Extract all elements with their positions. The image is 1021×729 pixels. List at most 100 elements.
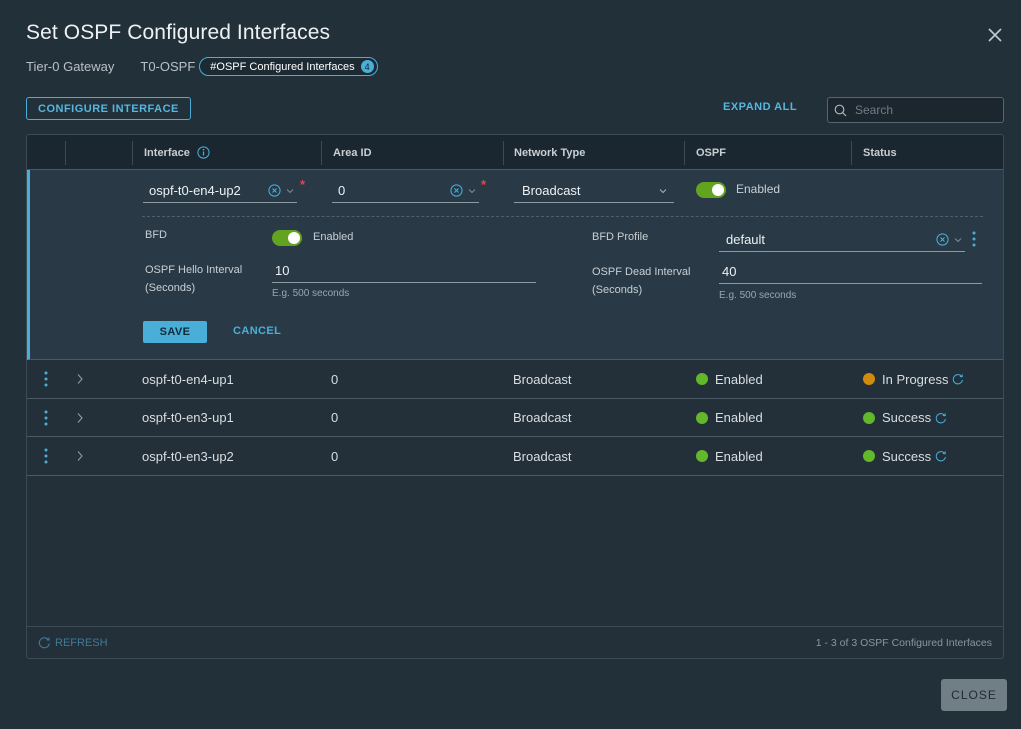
refresh-icon [38,637,50,649]
column-header-interface[interactable]: Interface [144,135,210,170]
row-actions-icon[interactable] [44,448,48,464]
row-actions-icon[interactable] [44,371,48,387]
label-line: OSPF Hello Interval [145,264,243,276]
status-cell: Success [863,437,947,475]
dialog-title: Set OSPF Configured Interfaces [26,21,331,44]
search-icon [834,104,847,116]
network-type-select[interactable]: Broadcast [514,179,674,203]
column-separator [132,141,133,165]
column-separator [321,141,322,165]
info-icon[interactable] [197,146,210,159]
dead-interval-value: 40 [722,264,737,279]
clear-icon[interactable] [450,184,463,197]
clear-icon[interactable] [268,184,281,197]
edit-row: ospf-t0-en4-up2 * 0 * Broadcast Enabled … [27,170,1003,360]
column-separator [851,141,852,165]
network-type-value: Broadcast [522,183,581,198]
ospf-cell: Enabled [696,399,763,437]
area-id-select[interactable]: 0 [332,179,479,203]
status-dot-icon [863,450,875,462]
bfd-profile-more-icon[interactable] [972,231,976,247]
column-separator [65,141,66,165]
chevron-down-icon [659,188,667,193]
hello-interval-hint: E.g. 500 seconds [272,288,350,299]
bfd-profile-select[interactable]: default [719,228,965,252]
save-button[interactable]: SAVE [143,321,207,343]
column-separator [684,141,685,165]
bfd-toggle[interactable] [272,230,302,246]
configured-interfaces-pill: #OSPF Configured Interfaces 4 [199,57,378,76]
refresh-status-icon[interactable] [935,450,947,462]
cancel-button[interactable]: CANCEL [233,325,281,337]
interface-select[interactable]: ospf-t0-en4-up2 [143,179,297,203]
pill-label: #OSPF Configured Interfaces [210,60,355,73]
pill-count-badge: 4 [360,60,374,73]
column-header-area-id[interactable]: Area ID [333,135,372,170]
pagination-count: 1 - 3 of 3 OSPF Configured Interfaces [815,637,992,649]
network-type-cell: Broadcast [513,448,572,464]
expand-row-chevron-icon[interactable] [76,450,84,462]
refresh-status-icon[interactable] [952,373,964,385]
required-marker: * [300,177,306,192]
chevron-down-icon[interactable] [953,235,963,245]
area-id-cell: 0 [331,371,339,387]
search-input[interactable] [855,103,995,117]
label-line: (Seconds) [592,284,643,296]
gateway-type: Tier-0 Gateway [26,59,115,74]
breadcrumb: Tier-0 Gateway T0-OSPF #OSPF Configured … [26,57,378,76]
row-actions-icon[interactable] [44,410,48,426]
ospf-interfaces-grid: Interface Area ID Network Type OSPF Stat… [26,134,1004,659]
clear-icon[interactable] [936,233,949,246]
ospf-state: Enabled [715,371,763,387]
expand-all-button[interactable]: EXPAND ALL [723,101,797,113]
bfd-label: BFD [145,229,167,241]
status-text: In Progress [882,371,949,387]
bfd-profile-value: default [726,232,766,247]
bfd-toggle-label: Enabled [313,231,354,243]
status-dot-icon [863,373,875,385]
refresh-button[interactable]: REFRESH [38,636,108,649]
label-line: (Seconds) [145,282,196,294]
grid-header: Interface Area ID Network Type OSPF Stat… [27,135,1003,170]
status-cell: In Progress [863,360,964,398]
ospf-status-dot-icon [696,411,708,424]
hello-interval-label: OSPF Hello Interval (Seconds) [145,261,242,297]
refresh-status-icon[interactable] [935,412,947,424]
close-icon[interactable] [985,25,1005,45]
column-header-status[interactable]: Status [863,135,897,170]
hello-interval-input[interactable]: 10 [272,259,536,283]
grid-footer: REFRESH 1 - 3 of 3 OSPF Configured Inter… [27,626,1003,658]
table-row[interactable]: ospf-t0-en3-up2 0 Broadcast Enabled Success [27,437,1003,476]
expand-row-chevron-icon[interactable] [76,412,84,424]
expand-row-chevron-icon[interactable] [76,373,84,385]
status-text: Success [882,410,932,425]
interface-cell: ospf-t0-en3-up1 [142,410,234,425]
dead-interval-input[interactable]: 40 [719,260,982,284]
interface-value: ospf-t0-en4-up2 [149,183,241,198]
dead-interval-hint: E.g. 500 seconds [719,290,797,301]
ospf-toggle[interactable] [696,182,726,198]
chevron-down-icon[interactable] [285,186,295,196]
column-separator [503,141,504,165]
close-button[interactable]: CLOSE [941,679,1007,711]
status-text: Success [882,448,932,464]
chevron-down-icon[interactable] [467,186,477,196]
section-divider [142,216,983,217]
ospf-state: Enabled [715,410,763,425]
ospf-state: Enabled [715,448,763,464]
gateway-name: T0-OSPF [140,59,196,74]
column-header-ospf[interactable]: OSPF [696,135,726,170]
ospf-status-dot-icon [696,450,708,462]
search-box [827,97,1004,123]
bfd-profile-label: BFD Profile [592,231,649,243]
column-header-network-type[interactable]: Network Type [514,135,585,170]
area-id-cell: 0 [331,410,339,425]
interface-cell: ospf-t0-en3-up2 [142,448,234,464]
ospf-cell: Enabled [696,360,763,398]
table-row[interactable]: ospf-t0-en4-up1 0 Broadcast Enabled In Progr… [27,360,1003,399]
label-line: OSPF Dead Interval [592,266,691,278]
table-row[interactable]: ospf-t0-en3-up1 0 Broadcast Enabled Success [27,399,1003,437]
area-id-cell: 0 [331,448,339,464]
configure-interface-button[interactable]: CONFIGURE INTERFACE [26,97,191,120]
interface-cell: ospf-t0-en4-up1 [142,371,234,387]
